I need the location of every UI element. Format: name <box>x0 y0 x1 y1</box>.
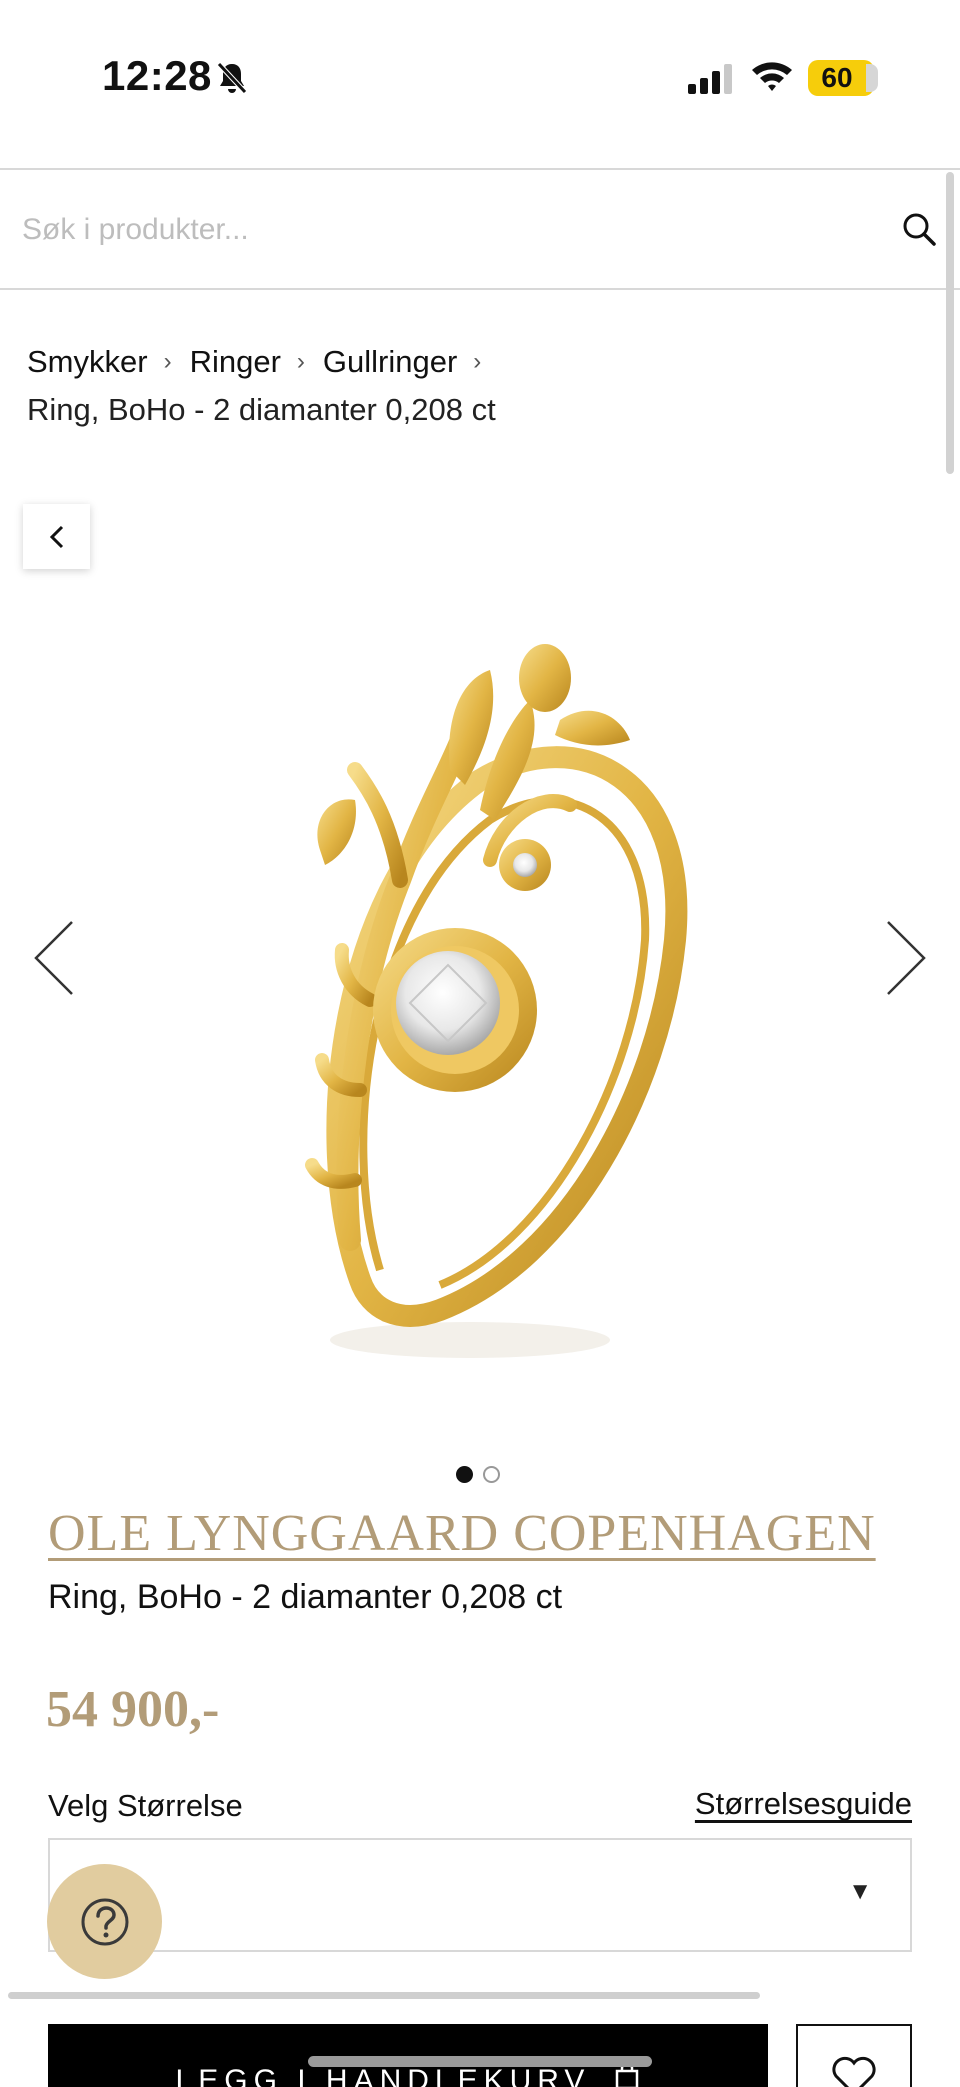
chevron-left-icon <box>49 525 63 548</box>
gallery-pagination <box>456 1466 504 1484</box>
back-button[interactable] <box>23 504 90 569</box>
bell-slash-icon <box>217 62 247 94</box>
battery-indicator: 60 <box>808 60 878 96</box>
product-price: 54 900,- <box>46 1681 220 1738</box>
status-bar: 12:28 60 <box>0 0 960 168</box>
battery-level: 60 <box>821 62 853 93</box>
size-select[interactable]: ▼ <box>48 1838 912 1952</box>
home-indicator[interactable] <box>308 2056 652 2067</box>
breadcrumb-item-smykker[interactable]: Smykker <box>27 338 148 386</box>
breadcrumb-item-gullringer[interactable]: Gullringer <box>323 338 457 386</box>
breadcrumb-item-ringer[interactable]: Ringer <box>190 338 281 386</box>
product-title: Ring, BoHo - 2 diamanter 0,208 ct <box>48 1578 563 1616</box>
search-icon[interactable] <box>902 212 936 246</box>
dropdown-arrow-icon: ▼ <box>848 1878 872 1905</box>
brand-link[interactable]: OLE LYNGGAARD COPENHAGEN <box>48 1504 876 1563</box>
wifi-icon <box>752 62 792 91</box>
wishlist-button[interactable] <box>796 2024 912 2087</box>
size-label: Velg Størrelse <box>48 1788 243 1823</box>
arrow-left-icon[interactable] <box>30 918 78 998</box>
vertical-scrollbar[interactable] <box>946 172 954 474</box>
heart-icon <box>832 2056 876 2087</box>
breadcrumb: Smykker › Ringer › Gullringer › Ring, Bo… <box>27 338 927 434</box>
status-time: 12:28 <box>102 52 212 99</box>
size-guide-link[interactable]: Størrelsesguide <box>695 1786 912 1822</box>
breadcrumb-links: Smykker › Ringer › Gullringer › <box>27 338 927 386</box>
add-to-cart-label: LEGG I HANDLEKURV <box>175 2064 591 2087</box>
battery-empty-portion <box>866 64 878 92</box>
product-gallery[interactable] <box>0 600 960 1440</box>
breadcrumb-current: Ring, BoHo - 2 diamanter 0,208 ct <box>27 392 496 427</box>
arrow-right-icon[interactable] <box>882 918 930 998</box>
breadcrumb-separator: › <box>163 348 172 375</box>
breadcrumb-separator: › <box>296 348 305 375</box>
signal-icon <box>688 64 732 94</box>
gallery-dot-active[interactable] <box>456 1466 473 1483</box>
help-icon <box>81 1898 128 1945</box>
breadcrumb-separator: › <box>473 348 482 375</box>
horizontal-scrollbar[interactable] <box>8 1992 760 1999</box>
search-input[interactable] <box>22 202 862 258</box>
search-bar <box>0 168 960 290</box>
help-button[interactable] <box>47 1864 162 1979</box>
product-image <box>305 644 688 1358</box>
gallery-dot[interactable] <box>483 1466 500 1483</box>
